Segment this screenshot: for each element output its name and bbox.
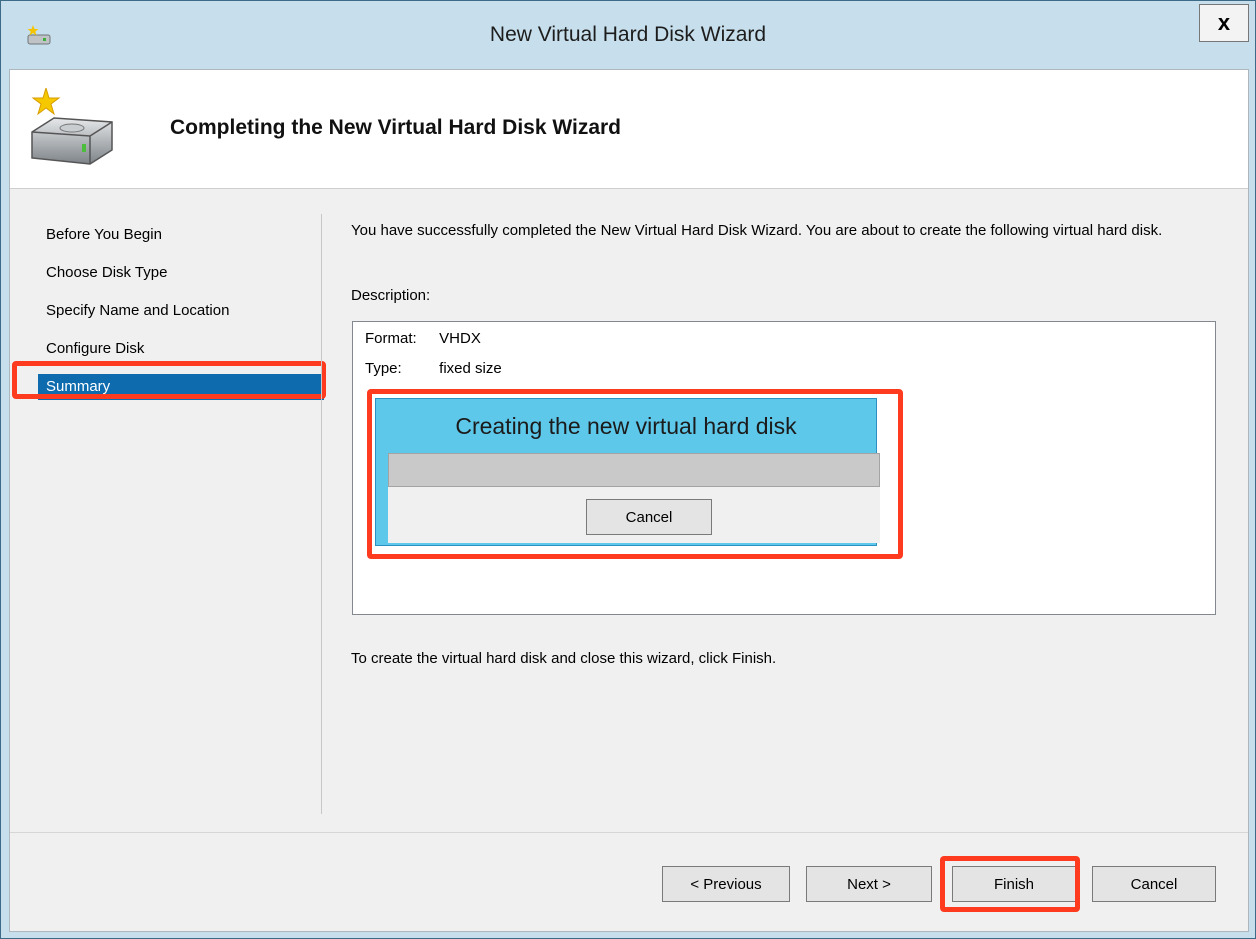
wizard-header: Completing the New Virtual Hard Disk Wiz… xyxy=(10,70,1248,189)
step-specify-name-location[interactable]: Specify Name and Location xyxy=(38,292,328,330)
close-button[interactable]: x xyxy=(1199,4,1249,42)
hard-disk-icon xyxy=(31,88,113,165)
type-row: Type: fixed size xyxy=(365,360,502,377)
step-choose-disk-type[interactable]: Choose Disk Type xyxy=(38,254,328,292)
footer-divider xyxy=(10,832,1248,833)
description-label: Description: xyxy=(351,287,431,304)
title-bar[interactable]: New Virtual Hard Disk Wizard x xyxy=(1,1,1255,69)
window-title: New Virtual Hard Disk Wizard xyxy=(489,23,767,46)
previous-button[interactable]: < Previous xyxy=(662,866,790,902)
type-key: Type: xyxy=(365,360,402,377)
summary-step-highlight xyxy=(12,361,326,399)
wizard-body: Completing the New Virtual Hard Disk Wiz… xyxy=(9,69,1249,932)
cancel-button[interactable]: Cancel xyxy=(1092,866,1216,902)
page-title: Completing the New Virtual Hard Disk Wiz… xyxy=(170,116,621,139)
description-box: Format: VHDX Type: fixed size Creating t… xyxy=(352,321,1216,615)
progress-dialog-highlight xyxy=(367,389,903,559)
nav-divider xyxy=(321,214,322,814)
finish-instruction: To create the virtual hard disk and clos… xyxy=(351,650,777,667)
finish-button-highlight xyxy=(940,856,1080,912)
format-value: VHDX xyxy=(439,330,481,347)
type-value: fixed size xyxy=(439,360,502,377)
next-button[interactable]: Next > xyxy=(806,866,932,902)
intro-text: You have successfully completed the New … xyxy=(351,222,1163,239)
step-before-you-begin[interactable]: Before You Begin xyxy=(38,216,328,254)
format-key: Format: xyxy=(365,330,417,347)
format-row: Format: VHDX xyxy=(365,330,481,347)
wizard-window: New Virtual Hard Disk Wizard x Completin… xyxy=(0,0,1256,939)
